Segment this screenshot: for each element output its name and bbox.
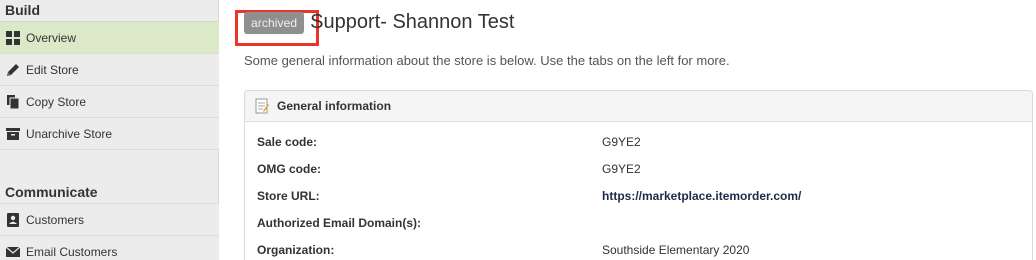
sidebar-item-label: Email Customers: [26, 244, 118, 259]
contact-card-icon: [5, 212, 21, 228]
communicate-heading: Communicate: [5, 184, 98, 200]
build-heading: Build: [5, 2, 40, 18]
archive-icon: [5, 126, 21, 142]
info-value: G9YE2: [602, 162, 641, 176]
sidebar-divider: [0, 149, 219, 150]
info-label: Authorized Email Domain(s):: [257, 216, 422, 230]
archived-badge: archived: [244, 11, 305, 34]
sidebar-item-overview[interactable]: Overview: [0, 21, 219, 53]
info-label: OMG code:: [257, 162, 322, 176]
title-row: archived Support- Shannon Test: [244, 11, 514, 34]
general-information-panel: General information Sale code: G9YE2 OMG…: [244, 90, 1033, 260]
sidebar-item-unarchive-store[interactable]: Unarchive Store: [0, 117, 219, 149]
grid-icon: [5, 30, 21, 46]
main-content: archived Support- Shannon Test Some gene…: [219, 0, 1036, 260]
sidebar-item-label: Overview: [26, 30, 77, 45]
info-value: Southside Elementary 2020: [602, 243, 750, 257]
panel-title: General information: [277, 99, 392, 113]
page-description: Some general information about the store…: [244, 53, 730, 68]
page-title: Support- Shannon Test: [310, 11, 515, 33]
sidebar-item-label: Edit Store: [26, 62, 79, 77]
envelope-icon: [5, 244, 21, 260]
sidebar-item-label: Customers: [26, 212, 85, 227]
store-url-link[interactable]: https://marketplace.itemorder.com/: [602, 188, 801, 204]
info-label: Store URL:: [257, 189, 320, 203]
info-value: G9YE2: [602, 135, 641, 149]
store-overview-page: Build Overview Edit Store Copy Store Una…: [0, 0, 1036, 260]
copy-icon: [5, 94, 21, 110]
info-label: Sale code:: [257, 135, 318, 149]
sidebar-item-label: Copy Store: [26, 94, 87, 109]
sidebar-item-edit-store[interactable]: Edit Store: [0, 53, 219, 85]
panel-header: General information: [245, 91, 1032, 122]
sidebar-item-email-customers[interactable]: Email Customers: [0, 235, 219, 260]
sidebar-item-customers[interactable]: Customers: [0, 203, 219, 235]
sidebar-item-label: Unarchive Store: [26, 126, 113, 141]
pencil-icon: [5, 62, 21, 78]
sidebar: Build Overview Edit Store Copy Store Una…: [0, 0, 219, 260]
sidebar-item-copy-store[interactable]: Copy Store: [0, 85, 219, 117]
info-label: Organization:: [257, 243, 335, 257]
notepad-icon: [255, 98, 269, 114]
